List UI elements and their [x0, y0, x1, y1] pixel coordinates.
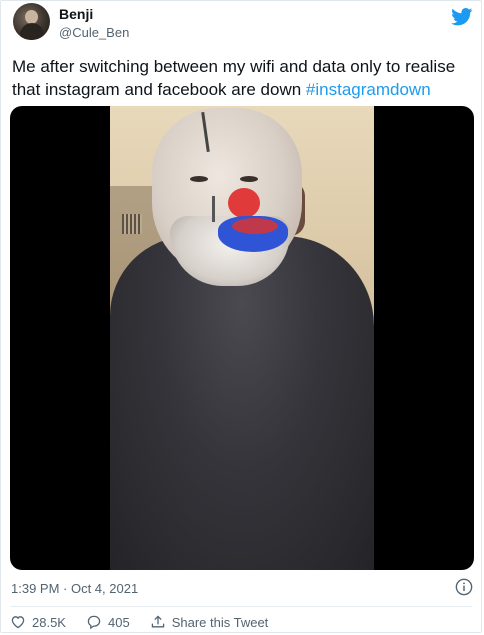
avatar[interactable]	[13, 3, 50, 40]
right-eye	[240, 176, 258, 182]
painted-tear	[212, 196, 215, 222]
like-button[interactable]: 28.5K	[10, 614, 66, 630]
left-eye	[190, 176, 208, 182]
divider	[10, 606, 472, 607]
author-name[interactable]: Benji	[59, 6, 93, 22]
share-button[interactable]: Share this Tweet	[150, 614, 269, 630]
clown-nose	[228, 188, 260, 218]
red-lips	[232, 218, 278, 234]
hashtag-link[interactable]: #instagramdown	[306, 80, 431, 99]
twitter-bird-icon[interactable]	[451, 8, 473, 26]
tweet-actions: 28.5K 405 Share this Tweet	[10, 612, 288, 632]
comment-icon	[87, 615, 101, 630]
shirt	[110, 236, 374, 570]
heart-icon	[11, 616, 25, 629]
video-player[interactable]	[10, 106, 474, 570]
share-icon	[151, 615, 164, 628]
reply-count: 405	[107, 614, 130, 630]
author-handle[interactable]: @Cule_Ben	[59, 25, 129, 40]
video-frame[interactable]	[110, 106, 374, 570]
avatar-body	[20, 23, 44, 40]
avatar-head	[25, 10, 38, 24]
reply-button[interactable]: 405	[86, 614, 130, 630]
info-icon[interactable]	[455, 578, 473, 596]
like-count: 28.5K	[32, 614, 66, 630]
tweet-text: Me after switching between my wifi and d…	[12, 55, 472, 101]
wall-vent	[122, 214, 142, 234]
share-label: Share this Tweet	[171, 614, 269, 630]
tweet-timestamp[interactable]: 1:39 PM · Oct 4, 2021	[11, 581, 138, 596]
